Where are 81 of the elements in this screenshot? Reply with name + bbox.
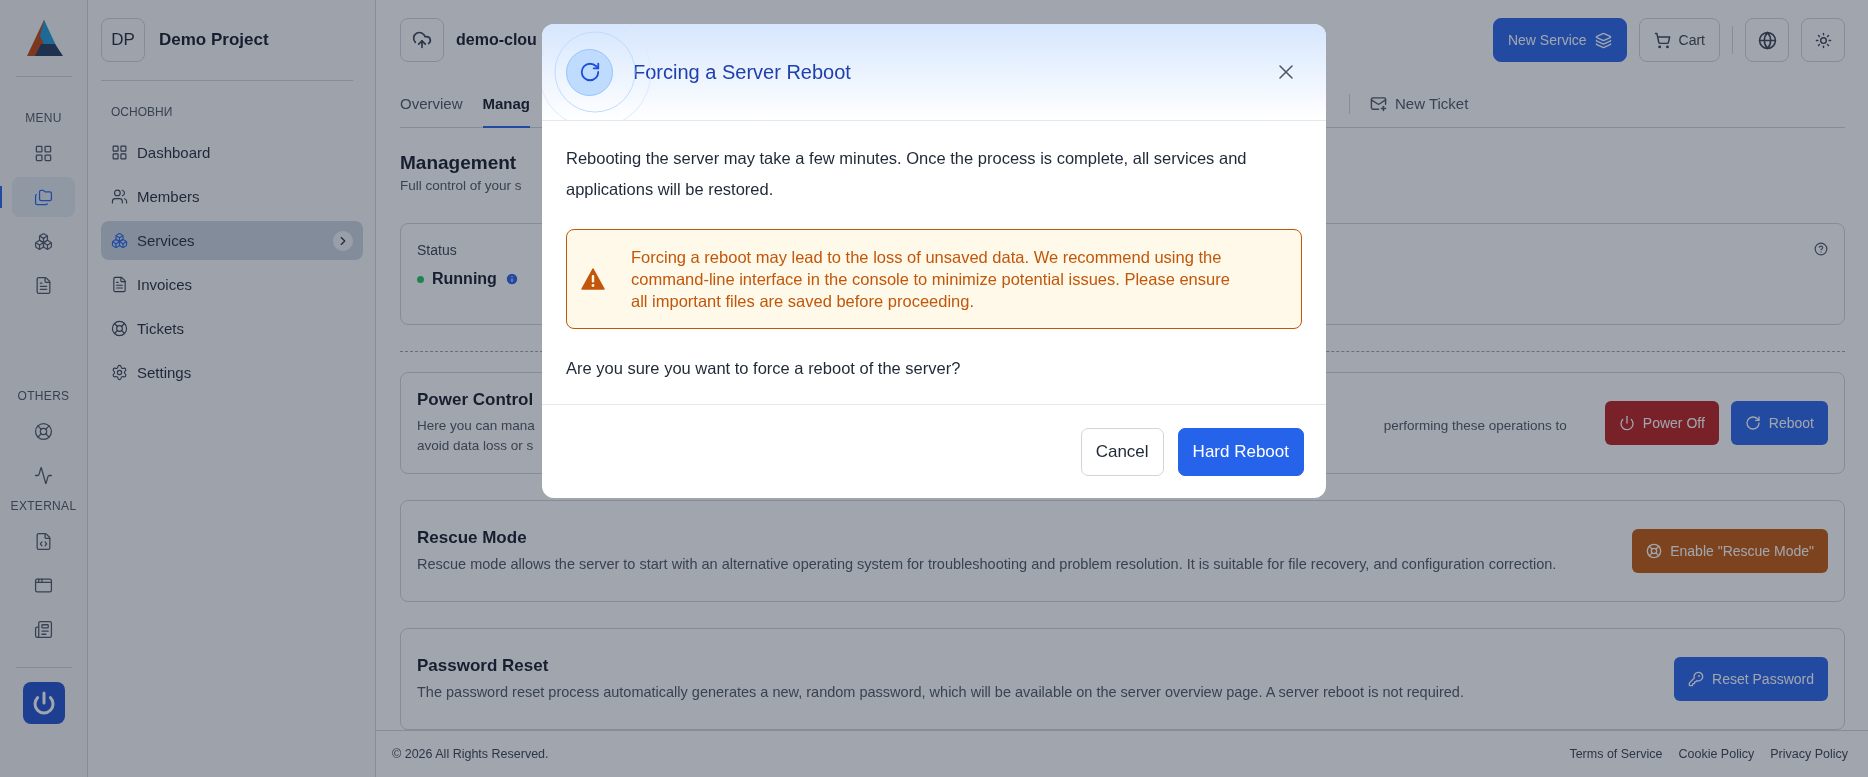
confirm-question: Are you sure you want to force a reboot of the server? xyxy=(566,359,962,378)
rail-section-label: EXTERNAL xyxy=(10,499,77,513)
lifebuoy-icon xyxy=(111,320,128,337)
info-icon[interactable] xyxy=(504,272,519,286)
rail-section-label: MENU xyxy=(25,111,62,125)
confirm-button[interactable]: Hard Reboot xyxy=(1177,428,1304,476)
reload-icon xyxy=(578,61,601,83)
page-title: Management xyxy=(400,152,517,174)
mail-icon xyxy=(1370,94,1388,112)
dialog-text: Rebooting the server may take a few minutes. Once the process is complete, all services and applications will be restored. xyxy=(566,148,1248,200)
footer-link[interactable]: Privacy Policy xyxy=(1770,747,1848,761)
card-description: avoid data loss or s xyxy=(417,437,535,455)
action-button[interactable]: Reset Password xyxy=(1674,657,1828,701)
rail-section-label: OTHERS xyxy=(17,389,70,403)
help-icon[interactable] xyxy=(1814,242,1828,256)
document-icon xyxy=(111,276,128,293)
footer-link[interactable]: Terms of Service xyxy=(1569,747,1663,761)
cart-button[interactable]: Cart xyxy=(1638,18,1720,62)
page-subtitle: Full control of your s xyxy=(400,178,522,193)
card-description: The password reset process automatically generates a new, random password, which will be available on the server overview page. A server reboot is not required. xyxy=(417,683,1465,702)
boxes-icon xyxy=(111,232,128,249)
reload-icon xyxy=(1744,415,1761,431)
language-button[interactable] xyxy=(1745,18,1789,62)
layers-icon xyxy=(1594,31,1612,49)
status-label: Status xyxy=(417,242,457,258)
status-dot xyxy=(417,275,424,283)
card-title: Power Control xyxy=(417,390,535,410)
card-description: Here you can mana xyxy=(417,417,536,435)
sidebar-item[interactable]: Tickets xyxy=(101,309,363,348)
card-title: Rescue Mode xyxy=(417,528,528,548)
theme-button[interactable] xyxy=(1801,18,1845,62)
cloud-upload-button[interactable] xyxy=(400,18,444,62)
sidebar-item[interactable]: Dashboard xyxy=(101,133,363,172)
lifebuoy-icon xyxy=(34,421,53,441)
card-title: Password Reset xyxy=(417,656,550,676)
sidebar-item[interactable]: Invoices xyxy=(101,265,363,304)
active-indicator xyxy=(0,186,2,208)
power-button[interactable] xyxy=(22,682,65,724)
tab[interactable]: New Ticket xyxy=(1370,80,1469,128)
footer-link[interactable]: Cookie Policy xyxy=(1678,747,1755,761)
boxes-icon xyxy=(34,231,53,251)
dialog-title: Forcing a Server Reboot xyxy=(633,60,852,84)
rail-button[interactable] xyxy=(12,177,75,217)
service-name: demo-clou xyxy=(456,31,538,49)
action-button[interactable]: Power Off xyxy=(1604,401,1719,445)
globe-icon xyxy=(1757,30,1777,50)
users-icon xyxy=(111,188,128,205)
code-file-icon xyxy=(34,531,53,551)
tab[interactable]: Overview xyxy=(400,80,463,128)
sidebar-item[interactable]: Members xyxy=(101,177,363,216)
power-icon xyxy=(31,691,56,715)
lifebuoy-icon xyxy=(1646,543,1663,559)
pulse-icon xyxy=(34,465,53,485)
settings-icon xyxy=(111,364,128,381)
power-icon xyxy=(1618,415,1635,431)
sidebar-item[interactable]: Settings xyxy=(101,353,363,392)
action-button[interactable]: Enable "Rescue Mode" xyxy=(1632,529,1828,573)
action-button[interactable]: Reboot xyxy=(1730,401,1828,445)
tab[interactable]: Manag xyxy=(482,80,531,128)
copyright: © 2026 All Rights Reserved. xyxy=(392,747,550,761)
card-description: Rescue mode allows the server to start with an alternative operating system for troubleshooting and problem resolution. It is suitable for file recovery, and configuration correction. xyxy=(417,555,1558,574)
chevron-icon xyxy=(333,230,353,251)
folders-icon xyxy=(34,187,53,207)
newspaper-icon xyxy=(34,619,53,639)
status-value: Running xyxy=(432,270,497,288)
card-description: performing these operations to xyxy=(1383,417,1568,435)
grid-icon xyxy=(111,144,128,161)
warning-text: Forcing a reboot may lead to the loss of unsaved data. We recommend using the command-line interface in the console to minimize potential issues. Please ensure all important files are saved before proceeding. xyxy=(631,247,1231,312)
document-icon xyxy=(34,275,53,295)
key-icon xyxy=(1688,671,1705,687)
sidebar-item[interactable]: Services xyxy=(101,221,363,260)
sun-icon xyxy=(1814,31,1832,49)
grid-icon xyxy=(34,143,53,163)
section-label: ОСНОВНИ xyxy=(111,105,174,119)
project-name: Demo Project xyxy=(159,30,269,50)
cloud-upload-icon xyxy=(412,30,432,50)
warning-icon xyxy=(581,268,605,290)
new-service-button[interactable]: New Service xyxy=(1492,18,1627,62)
cart-icon xyxy=(1653,31,1671,49)
project-initials[interactable]: DP xyxy=(101,18,145,62)
cancel-button[interactable]: Cancel xyxy=(1080,428,1164,476)
